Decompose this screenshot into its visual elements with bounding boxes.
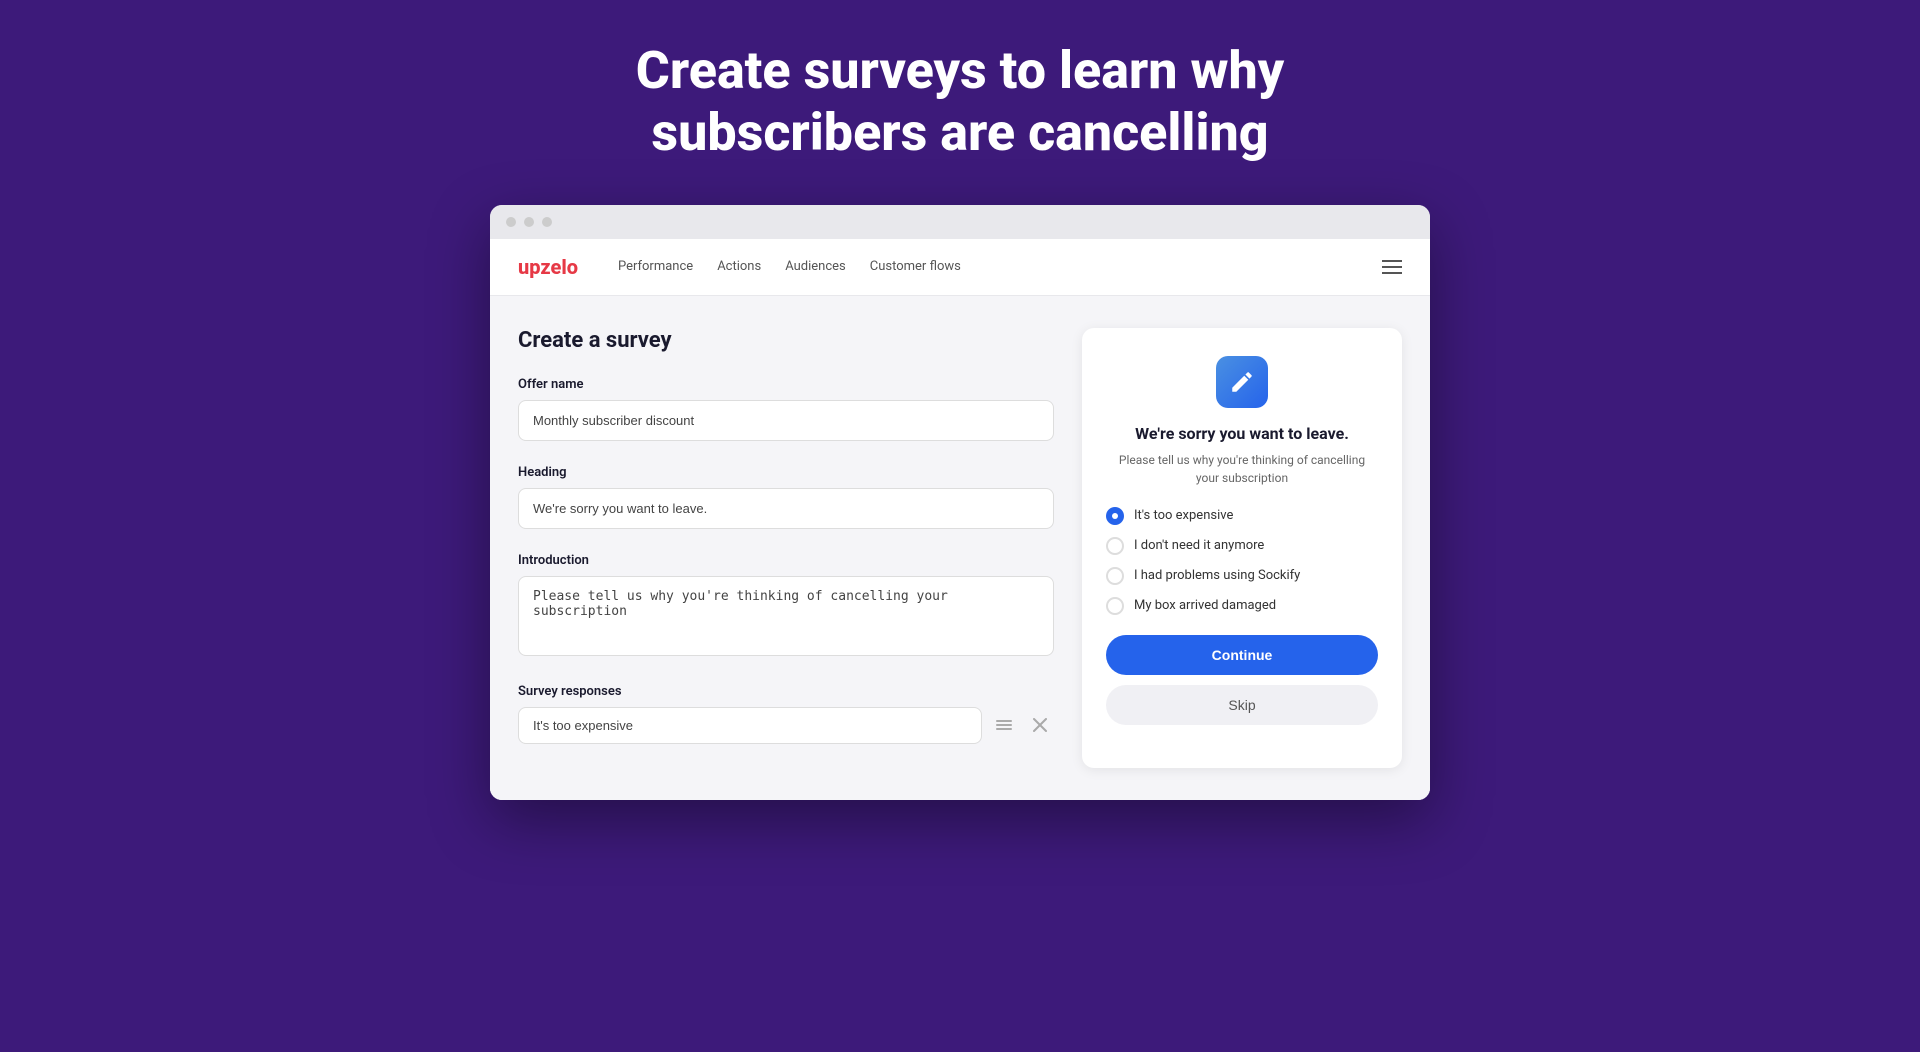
- radio-label-2: I don't need it anymore: [1134, 538, 1264, 553]
- preview-icon: [1216, 356, 1268, 408]
- continue-button[interactable]: Continue: [1106, 635, 1378, 675]
- survey-response-row-1: [518, 707, 1054, 744]
- radio-label-1: It's too expensive: [1134, 508, 1233, 523]
- browser-bar: [490, 205, 1430, 239]
- preview-intro: Please tell us why you're thinking of ca…: [1106, 451, 1378, 487]
- survey-responses-group: Survey responses: [518, 684, 1054, 744]
- logo-text-zelo: zelo: [540, 255, 578, 279]
- browser-dot-3: [542, 217, 552, 227]
- logo[interactable]: upzelo: [518, 255, 578, 279]
- browser-dot-2: [524, 217, 534, 227]
- offer-name-group: Offer name: [518, 377, 1054, 441]
- radio-option-3[interactable]: I had problems using Sockify: [1106, 567, 1378, 585]
- radio-option-4[interactable]: My box arrived damaged: [1106, 597, 1378, 615]
- hamburger-menu-icon[interactable]: [1382, 260, 1402, 274]
- pencil-icon: [1229, 369, 1255, 395]
- radio-circle-4: [1106, 597, 1124, 615]
- hero-title: Create surveys to learn why subscribers …: [560, 40, 1360, 165]
- skip-button[interactable]: Skip: [1106, 685, 1378, 725]
- main-content: Create a survey Offer name Heading Intro…: [490, 296, 1430, 800]
- offer-name-input[interactable]: [518, 400, 1054, 441]
- radio-option-2[interactable]: I don't need it anymore: [1106, 537, 1378, 555]
- radio-circle-2: [1106, 537, 1124, 555]
- radio-label-3: I had problems using Sockify: [1134, 568, 1300, 583]
- browser-content: upzelo Performance Actions Audiences Cus…: [490, 239, 1430, 800]
- introduction-label: Introduction: [518, 553, 1054, 568]
- radio-options: It's too expensive I don't need it anymo…: [1106, 507, 1378, 615]
- nav-link-performance[interactable]: Performance: [618, 259, 693, 274]
- logo-text-up: up: [518, 255, 540, 279]
- browser-dot-1: [506, 217, 516, 227]
- nav-link-customer-flows[interactable]: Customer flows: [870, 259, 961, 274]
- nav-links: Performance Actions Audiences Customer f…: [618, 259, 1382, 274]
- form-section: Create a survey Offer name Heading Intro…: [518, 328, 1082, 768]
- offer-name-label: Offer name: [518, 377, 1054, 392]
- response-input-1[interactable]: [518, 707, 982, 744]
- radio-circle-1: [1106, 507, 1124, 525]
- radio-option-1[interactable]: It's too expensive: [1106, 507, 1378, 525]
- nav-link-audiences[interactable]: Audiences: [785, 259, 846, 274]
- introduction-textarea[interactable]: Please tell us why you're thinking of ca…: [518, 576, 1054, 656]
- browser-window: upzelo Performance Actions Audiences Cus…: [490, 205, 1430, 800]
- heading-label: Heading: [518, 465, 1054, 480]
- nav-link-actions[interactable]: Actions: [717, 259, 761, 274]
- preview-card: We're sorry you want to leave. Please te…: [1082, 328, 1402, 768]
- form-title: Create a survey: [518, 328, 1054, 353]
- preview-heading: We're sorry you want to leave.: [1135, 424, 1349, 443]
- heading-input[interactable]: [518, 488, 1054, 529]
- radio-label-4: My box arrived damaged: [1134, 598, 1276, 613]
- nav: upzelo Performance Actions Audiences Cus…: [490, 239, 1430, 296]
- survey-responses-label: Survey responses: [518, 684, 1054, 699]
- heading-group: Heading: [518, 465, 1054, 529]
- introduction-group: Introduction Please tell us why you're t…: [518, 553, 1054, 660]
- delete-response-icon[interactable]: [1026, 711, 1054, 739]
- drag-handle-icon[interactable]: [990, 711, 1018, 739]
- radio-circle-3: [1106, 567, 1124, 585]
